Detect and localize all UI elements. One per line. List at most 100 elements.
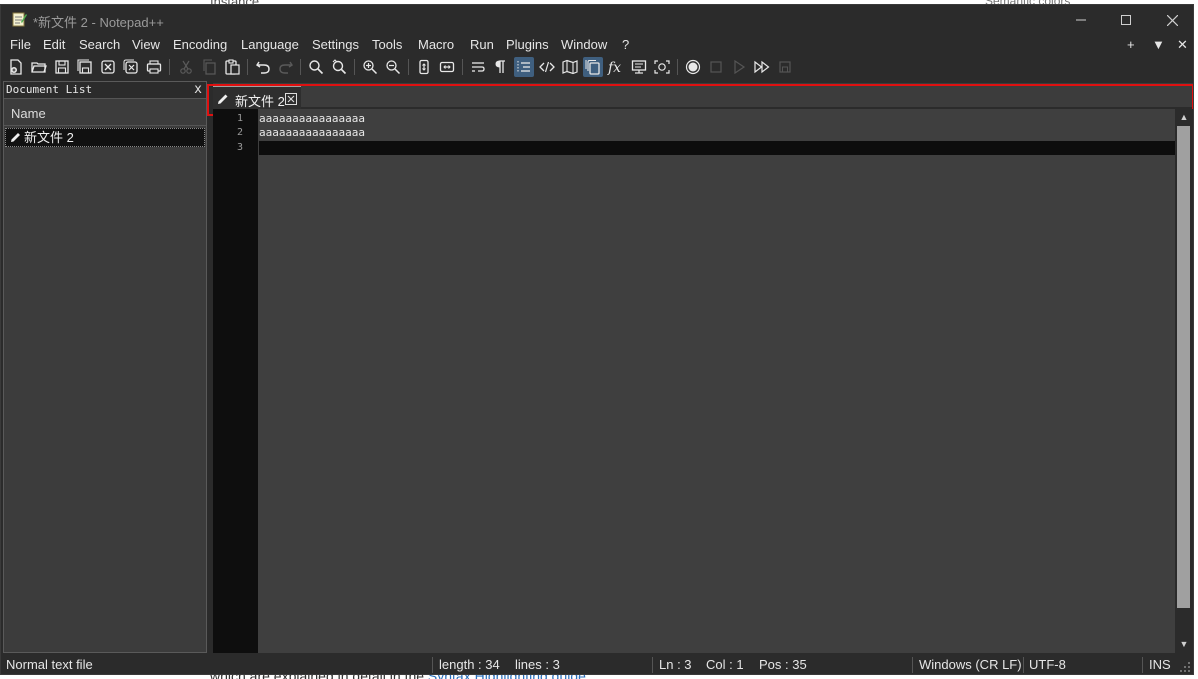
document-list-button[interactable] [583,57,603,77]
save-icon [55,60,69,74]
record-icon [685,59,701,75]
stop-icon [710,61,722,73]
scissors-icon [180,60,192,74]
pencil-icon [11,133,20,142]
resize-grip-icon[interactable] [1179,661,1191,673]
document-list-close-button[interactable]: x [194,82,202,98]
macro-record-button[interactable] [683,57,703,77]
printer-icon [146,60,162,74]
menu-run[interactable]: Run [470,37,494,52]
indent-guide-button[interactable] [514,57,534,77]
zoom-in-button[interactable] [360,57,380,77]
sync-vertical-button[interactable] [414,57,434,77]
show-all-characters-button[interactable] [491,57,511,77]
macro-save-button[interactable] [775,57,795,77]
play-icon [734,59,746,75]
pilcrow-icon [495,60,505,73]
tab-new-file-2[interactable]: 新文件 2 [213,85,301,109]
redo-button[interactable] [276,57,296,77]
vertical-scrollbar[interactable]: ▲ ▼ [1175,109,1193,653]
menu-language[interactable]: Language [241,37,299,52]
undo-button[interactable] [253,57,273,77]
copy-button[interactable] [199,57,219,77]
user-defined-language-button[interactable] [537,57,557,77]
menu-search[interactable]: Search [79,37,120,52]
notepad-app-icon [12,12,27,27]
tab-label: 新文件 2 [235,94,285,109]
line-number: 3 [236,142,243,153]
macro-stop-button[interactable] [706,57,726,77]
zoom-in-icon [363,60,378,75]
scroll-up-arrow-icon[interactable]: ▲ [1179,112,1189,122]
toolbar-separator [354,59,355,75]
minimize-icon [1076,19,1086,21]
scrollbar-thumb[interactable] [1177,126,1190,608]
menu-file[interactable]: File [10,37,31,52]
tab-close-button[interactable] [285,93,297,105]
folder-as-workspace-button[interactable] [629,57,649,77]
menu-plugins[interactable]: Plugins [506,37,549,52]
menu-settings[interactable]: Settings [312,37,359,52]
macro-run-multiple-button[interactable] [752,57,772,77]
status-insert-mode: INS [1149,657,1171,672]
menu-tools[interactable]: Tools [372,37,402,52]
close-document-button[interactable]: ✕ [1177,37,1188,53]
menu-window[interactable]: Window [561,37,607,52]
notepadpp-window: *新文件 2 - Notepad++ File Edit Search View… [0,4,1194,675]
document-list-header: Document List x [4,82,206,99]
function-list-button[interactable]: fx [606,57,626,77]
document-list-column-name[interactable]: Name [4,102,206,126]
code-text-area[interactable]: aaaaaaaaaaaaaaaa aaaaaaaaaaaaaaaa [259,109,1175,653]
cut-button[interactable] [176,57,196,77]
maximize-button[interactable] [1103,5,1149,35]
map-icon [562,59,578,75]
new-tab-plus-button[interactable]: + [1127,37,1135,52]
menu-encoding[interactable]: Encoding [173,37,227,52]
word-wrap-button[interactable] [468,57,488,77]
title-bar[interactable]: *新文件 2 - Notepad++ [1,5,1193,35]
menu-edit[interactable]: Edit [43,37,65,52]
sync-horizontal-button[interactable] [437,57,457,77]
code-tag-icon [539,61,555,73]
find-button[interactable] [306,57,326,77]
menu-view[interactable]: View [132,37,160,52]
tab-list-dropdown-button[interactable]: ▼ [1152,37,1165,52]
monitoring-button[interactable] [652,57,672,77]
status-separator [432,657,433,673]
document-map-button[interactable] [560,57,580,77]
status-encoding: UTF-8 [1029,657,1066,672]
close-window-button[interactable] [1149,5,1193,35]
svg-text:fx: fx [607,60,621,75]
replace-button[interactable] [329,57,349,77]
new-file-button[interactable] [6,57,26,77]
close-icon [1166,14,1178,26]
close-button[interactable] [98,57,118,77]
save-all-button[interactable] [75,57,95,77]
macro-play-button[interactable] [729,57,749,77]
menu-bar: File Edit Search View Encoding Language … [1,35,1193,55]
window-title: *新文件 2 - Notepad++ [33,15,164,30]
status-separator [912,657,913,673]
redo-icon [279,61,293,74]
editor-area[interactable]: 1 2 3 aaaaaaaaaaaaaaaa aaaaaaaaaaaaaaaa … [213,109,1193,653]
open-file-button[interactable] [29,57,49,77]
undo-icon [256,61,270,74]
document-list-item[interactable]: 新文件 2 [5,128,205,147]
scroll-down-arrow-icon[interactable]: ▼ [1179,639,1189,649]
status-separator [1142,657,1143,673]
zoom-out-icon [386,60,401,75]
toolbar-separator [462,59,463,75]
save-all-icon [77,59,92,74]
save-button[interactable] [52,57,72,77]
close-all-button[interactable] [121,57,141,77]
clipboard-icon [225,59,240,75]
document-list-item-label: 新文件 2 [24,130,74,145]
modified-pencil-icon [218,94,228,104]
folder-open-icon [31,62,47,73]
zoom-out-button[interactable] [383,57,403,77]
menu-help[interactable]: ? [622,37,629,52]
minimize-button[interactable] [1058,5,1104,35]
paste-button[interactable] [222,57,242,77]
menu-macro[interactable]: Macro [418,37,454,52]
print-button[interactable] [144,57,164,77]
